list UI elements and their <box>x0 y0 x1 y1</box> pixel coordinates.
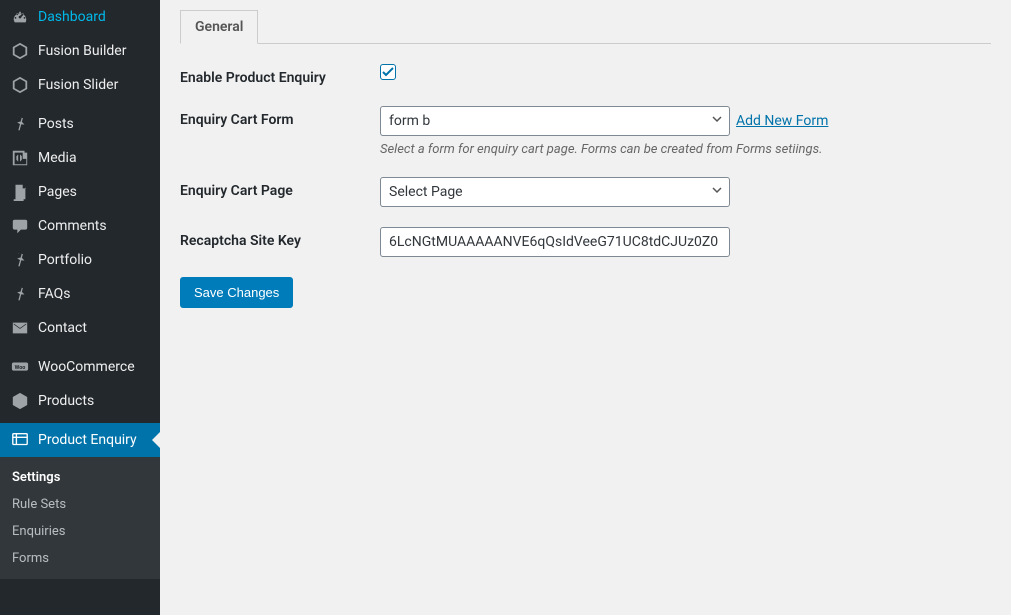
cart-page-value: Select Page <box>389 184 463 200</box>
submenu-item-rule-sets[interactable]: Rule Sets <box>0 491 160 518</box>
fusion-icon <box>10 76 30 94</box>
sidebar-item-label: Contact <box>38 320 87 336</box>
sidebar-item-label: Portfolio <box>38 252 92 268</box>
submenu-item-enquiries[interactable]: Enquiries <box>0 518 160 545</box>
cart-form-select[interactable]: form b <box>380 106 730 136</box>
cart-page-select[interactable]: Select Page <box>380 177 730 207</box>
sidebar-item-label: WooCommerce <box>38 359 135 375</box>
sidebar-item-product-enquiry[interactable]: Product Enquiry <box>0 423 160 457</box>
sidebar-item-portfolio[interactable]: Portfolio <box>0 243 160 277</box>
sidebar-item-label: Dashboard <box>38 9 106 25</box>
tab-bar: General <box>180 10 991 44</box>
row-cart-page: Enquiry Cart Page Select Page <box>180 177 991 207</box>
label-recaptcha: Recaptcha Site Key <box>180 227 380 249</box>
row-recaptcha: Recaptcha Site Key <box>180 227 991 257</box>
sidebar-item-label: Product Enquiry <box>38 432 137 448</box>
sidebar-item-label: Fusion Slider <box>38 77 118 93</box>
recaptcha-input[interactable] <box>380 227 730 257</box>
label-cart-page: Enquiry Cart Page <box>180 177 380 199</box>
sidebar-item-contact[interactable]: Contact <box>0 311 160 345</box>
sidebar-item-media[interactable]: Media <box>0 141 160 175</box>
settings-form: Enable Product Enquiry Enquiry Cart Form… <box>180 64 991 308</box>
row-cart-form: Enquiry Cart Form form b Add New Form Se… <box>180 106 991 157</box>
enable-enquiry-checkbox[interactable] <box>380 64 396 80</box>
main-content: General Enable Product Enquiry Enquiry C… <box>160 0 1011 615</box>
sidebar-item-comments[interactable]: Comments <box>0 209 160 243</box>
add-new-form-link[interactable]: Add New Form <box>736 113 828 129</box>
sidebar-item-label: FAQs <box>38 286 71 302</box>
sidebar-item-woocommerce[interactable]: Woo WooCommerce <box>0 350 160 384</box>
fusion-icon <box>10 42 30 60</box>
label-cart-form: Enquiry Cart Form <box>180 106 380 128</box>
cart-form-value: form b <box>389 113 430 129</box>
sidebar-submenu: Settings Rule Sets Enquiries Forms <box>0 457 160 579</box>
mail-icon <box>10 319 30 337</box>
sidebar-item-label: Fusion Builder <box>38 43 126 59</box>
sidebar-item-fusion-builder[interactable]: Fusion Builder <box>0 34 160 68</box>
chevron-down-icon <box>711 184 723 200</box>
pages-icon <box>10 183 30 201</box>
sidebar-item-fusion-slider[interactable]: Fusion Slider <box>0 68 160 102</box>
submenu-item-forms[interactable]: Forms <box>0 545 160 572</box>
svg-text:Woo: Woo <box>15 365 26 371</box>
save-changes-button[interactable]: Save Changes <box>180 277 293 308</box>
media-icon <box>10 149 30 167</box>
sidebar-item-pages[interactable]: Pages <box>0 175 160 209</box>
sidebar-item-label: Posts <box>38 116 74 132</box>
submenu-item-settings[interactable]: Settings <box>0 464 160 491</box>
woo-icon: Woo <box>10 358 30 376</box>
tab-general[interactable]: General <box>180 10 258 44</box>
pin-icon <box>10 251 30 269</box>
enquiry-icon <box>10 431 30 449</box>
pin-icon <box>10 285 30 303</box>
sidebar-item-label: Comments <box>38 218 107 234</box>
sidebar-item-faqs[interactable]: FAQs <box>0 277 160 311</box>
sidebar-item-label: Products <box>38 393 94 409</box>
sidebar-item-dashboard[interactable]: Dashboard <box>0 0 160 34</box>
sidebar-item-posts[interactable]: Posts <box>0 107 160 141</box>
row-enable-enquiry: Enable Product Enquiry <box>180 64 991 86</box>
label-enable-enquiry: Enable Product Enquiry <box>180 64 380 86</box>
sidebar-item-products[interactable]: Products <box>0 384 160 418</box>
pin-icon <box>10 115 30 133</box>
sidebar-item-label: Pages <box>38 184 77 200</box>
cart-form-description: Select a form for enquiry cart page. For… <box>380 142 822 157</box>
comment-icon <box>10 217 30 235</box>
sidebar-item-label: Media <box>38 150 77 166</box>
chevron-down-icon <box>711 113 723 129</box>
admin-sidebar: Dashboard Fusion Builder Fusion Slider P… <box>0 0 160 615</box>
products-icon <box>10 392 30 410</box>
dashboard-icon <box>10 8 30 26</box>
